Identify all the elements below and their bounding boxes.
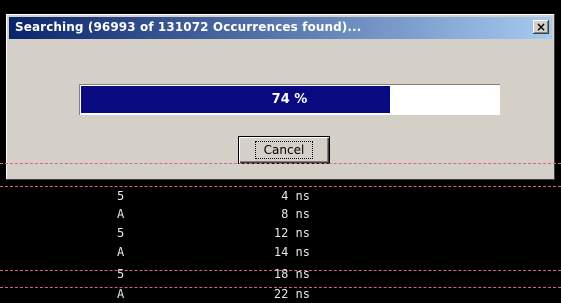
time-value: 14 ns — [273, 245, 310, 259]
progress-percent-label: 74 % — [271, 92, 308, 107]
table-row: 5 12 ns — [0, 226, 561, 242]
search-progress-dialog: Searching (96993 of 131072 Occurrences f… — [6, 14, 555, 180]
signal-value: 5 — [117, 267, 125, 281]
close-button[interactable]: × — [533, 20, 549, 34]
separator-line — [0, 163, 561, 164]
close-icon: × — [535, 20, 547, 34]
dialog-title: Searching (96993 of 131072 Occurrences f… — [15, 20, 362, 34]
cancel-button-label: Cancel — [254, 141, 314, 159]
table-row: A 14 ns — [0, 245, 561, 261]
progress-bar: 74 % — [79, 84, 500, 115]
signal-value: 5 — [117, 226, 125, 240]
signal-value: A — [117, 245, 125, 259]
dialog-titlebar[interactable]: Searching (96993 of 131072 Occurrences f… — [9, 17, 552, 39]
signal-value: 5 — [117, 189, 125, 203]
table-row: A 22 ns — [0, 287, 561, 303]
time-value: 8 ns — [281, 207, 310, 221]
table-row: 5 18 ns — [0, 267, 561, 283]
time-value: 18 ns — [273, 267, 310, 281]
background-strip — [0, 0, 561, 14]
separator-line — [0, 186, 561, 187]
signal-value: A — [117, 287, 125, 301]
time-value: 12 ns — [273, 226, 310, 240]
table-row: 5 4 ns — [0, 189, 561, 205]
time-value: 4 ns — [281, 189, 310, 203]
table-row: A 8 ns — [0, 207, 561, 223]
signal-value: A — [117, 207, 125, 221]
cancel-button[interactable]: Cancel — [238, 136, 330, 164]
time-value: 22 ns — [273, 287, 310, 301]
